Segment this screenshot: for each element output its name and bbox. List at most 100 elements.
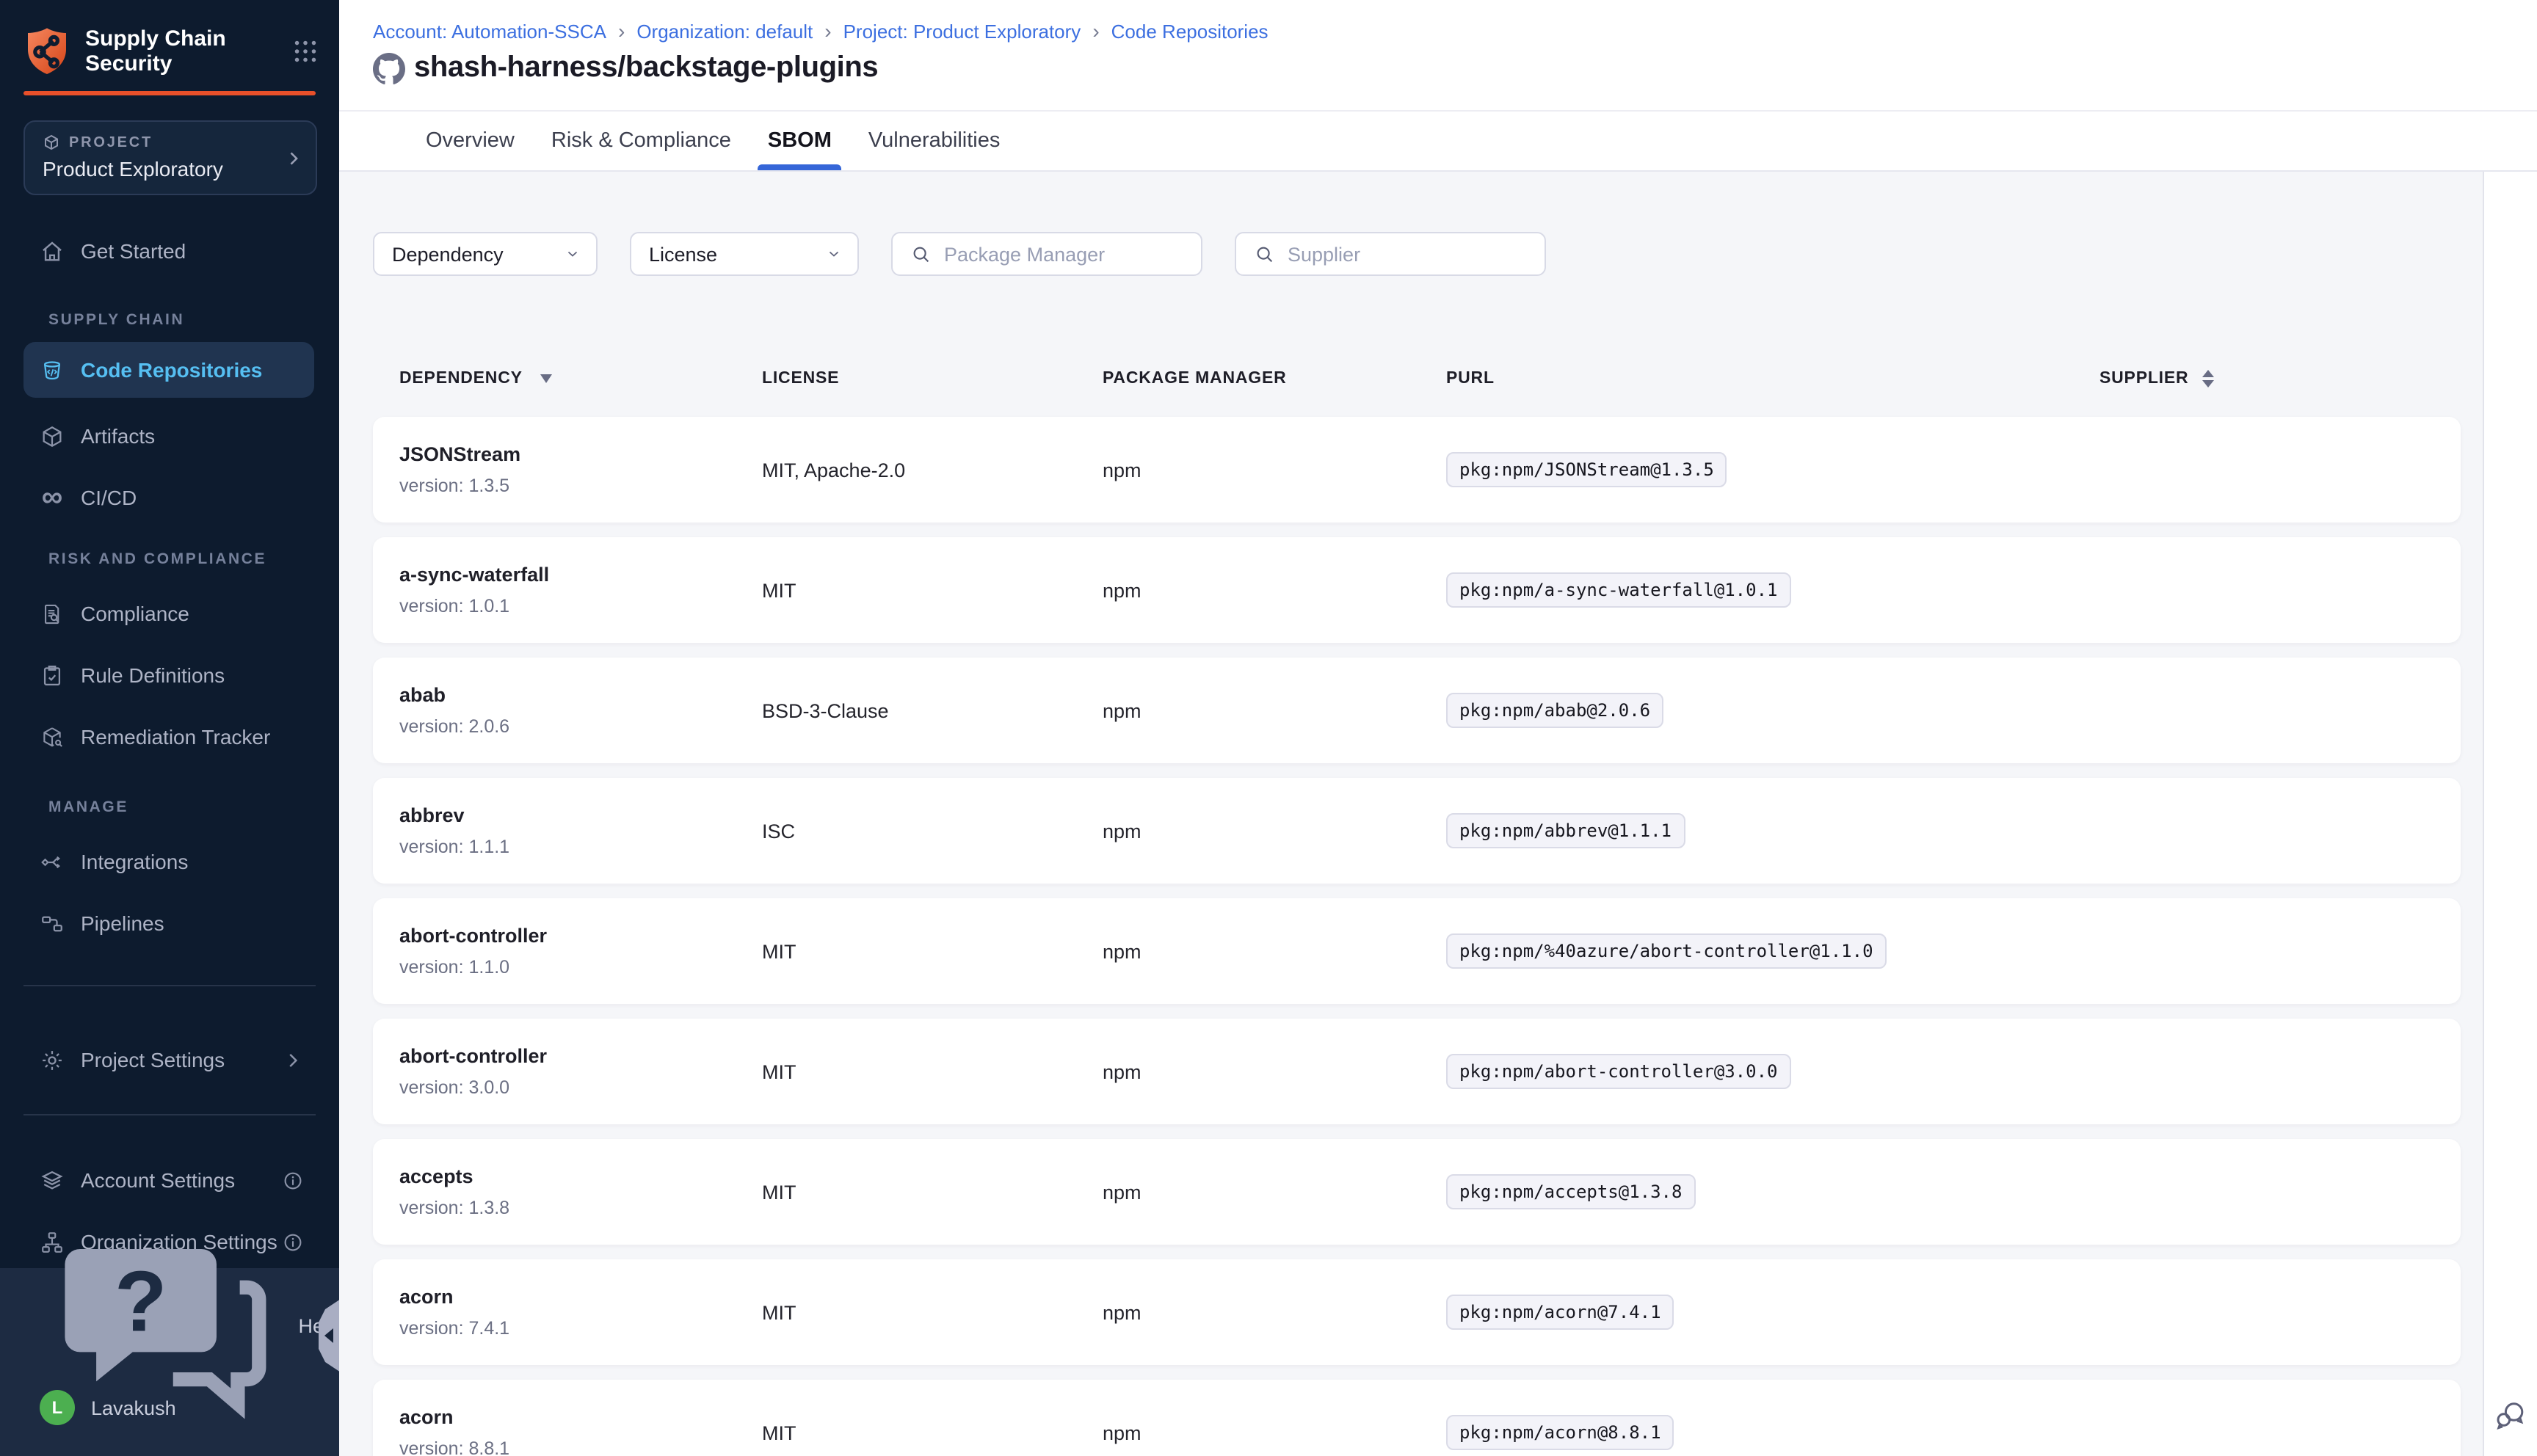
purl-chip: pkg:npm/abbrev@1.1.1 xyxy=(1446,813,1685,848)
sort-arrows-icon xyxy=(2202,370,2213,387)
table-row[interactable]: JSONStream version: 1.3.5 MIT, Apache-2.… xyxy=(373,417,2461,523)
column-header-supplier[interactable]: SUPPLIER xyxy=(2073,370,2461,387)
license-cell: MIT xyxy=(736,1422,1076,1444)
license-filter-select[interactable]: License xyxy=(630,232,859,276)
app: Supply Chain Security PROJECT Product Ex… xyxy=(0,0,2537,1456)
breadcrumb-separator: › xyxy=(618,19,625,43)
dependency-cell: a-sync-waterfall version: 1.0.1 xyxy=(373,564,736,616)
breadcrumb-separator: › xyxy=(824,19,831,43)
dependency-version: version: 7.4.1 xyxy=(399,1318,736,1339)
purl-cell: pkg:npm/abab@2.0.6 xyxy=(1420,693,2073,728)
dependency-name: JSONStream xyxy=(399,443,736,465)
package-manager-cell: npm xyxy=(1076,820,1420,842)
dependency-version: version: 8.8.1 xyxy=(399,1438,736,1456)
grid-dots-icon[interactable] xyxy=(292,38,319,65)
package-manager-cell: npm xyxy=(1076,940,1420,962)
clipboard-check-icon xyxy=(40,663,65,688)
package-manager-search-box xyxy=(891,232,1202,276)
table-row[interactable]: acorn version: 7.4.1 MIT npm pkg:npm/aco… xyxy=(373,1259,2461,1365)
tab-overview[interactable]: Overview xyxy=(426,112,515,170)
purl-cell: pkg:npm/a-sync-waterfall@1.0.1 xyxy=(1420,572,2073,608)
sidebar-item-code-repositories[interactable]: Code Repositories xyxy=(23,342,314,398)
dependency-name: acorn xyxy=(399,1286,736,1308)
table-row[interactable]: a-sync-waterfall version: 1.0.1 MIT npm … xyxy=(373,537,2461,643)
breadcrumb-organization[interactable]: Organization: default xyxy=(636,20,813,42)
sidebar-item-pipelines[interactable]: Pipelines xyxy=(0,897,339,950)
purl-chip: pkg:npm/abort-controller@3.0.0 xyxy=(1446,1054,1791,1089)
dependency-filter-select[interactable]: Dependency xyxy=(373,232,598,276)
package-manager-cell: npm xyxy=(1076,1422,1420,1444)
breadcrumb-project[interactable]: Project: Product Exploratory xyxy=(843,20,1081,42)
sidebar-divider xyxy=(23,985,316,986)
purl-cell: pkg:npm/accepts@1.3.8 xyxy=(1420,1174,2073,1209)
triangle-down-icon xyxy=(540,374,552,383)
sidebar-item-remediation-tracker[interactable]: Remediation Tracker xyxy=(0,710,339,763)
home-icon xyxy=(40,239,65,263)
app-title: Supply Chain Security xyxy=(85,26,247,76)
package-manager-cell: npm xyxy=(1076,459,1420,481)
cube-icon xyxy=(43,134,60,151)
brand-accent-divider xyxy=(23,91,316,95)
dependency-cell: accepts version: 1.3.8 xyxy=(373,1165,736,1218)
dependency-cell: abbrev version: 1.1.1 xyxy=(373,804,736,857)
dependency-cell: abab version: 2.0.6 xyxy=(373,684,736,737)
sidebar-item-compliance[interactable]: Compliance xyxy=(0,587,339,640)
column-header-license: LICENSE xyxy=(736,370,1076,387)
table-row[interactable]: accepts version: 1.3.8 MIT npm pkg:npm/a… xyxy=(373,1139,2461,1245)
section-label-supply-chain: SUPPLY CHAIN xyxy=(48,311,339,330)
info-circle-icon[interactable] xyxy=(282,1231,304,1253)
purl-cell: pkg:npm/acorn@8.8.1 xyxy=(1420,1415,2073,1450)
diamond-arrows-icon xyxy=(40,849,65,874)
right-rail xyxy=(2483,172,2537,1456)
supplier-search-box xyxy=(1235,232,1546,276)
github-icon xyxy=(373,52,405,84)
table-row[interactable]: abab version: 2.0.6 BSD-3-Clause npm pkg… xyxy=(373,658,2461,763)
license-cell: BSD-3-Clause xyxy=(736,699,1076,721)
avatar: L xyxy=(40,1390,75,1425)
page-title: shash-harness/backstage-plugins xyxy=(414,51,878,85)
column-header-purl: PURL xyxy=(1420,370,2073,387)
purl-cell: pkg:npm/JSONStream@1.3.5 xyxy=(1420,452,2073,487)
package-manager-cell: npm xyxy=(1076,699,1420,721)
sidebar-nav: Get Started SUPPLY CHAIN Code Repositori… xyxy=(0,225,339,1268)
dependency-name: acorn xyxy=(399,1406,736,1428)
chevron-down-icon xyxy=(825,245,843,263)
sidebar-item-integrations[interactable]: Integrations xyxy=(0,835,339,888)
sidebar-item-artifacts[interactable]: Artifacts xyxy=(0,410,339,462)
tab-risk-compliance[interactable]: Risk & Compliance xyxy=(551,112,731,170)
supplier-search-input[interactable] xyxy=(1285,241,1530,266)
chat-bubbles-icon[interactable] xyxy=(2493,1397,2528,1433)
tab-sbom[interactable]: SBOM xyxy=(768,112,832,170)
sidebar-item-project-settings[interactable]: Project Settings xyxy=(0,1033,339,1086)
filter-bar: Dependency License xyxy=(373,232,2484,276)
sidebar-item-rule-definitions[interactable]: Rule Definitions xyxy=(0,649,339,702)
breadcrumb-account[interactable]: Account: Automation-SSCA xyxy=(373,20,606,42)
package-manager-cell: npm xyxy=(1076,1060,1420,1082)
project-selector[interactable]: PROJECT Product Exploratory xyxy=(23,120,317,195)
table-row[interactable]: abbrev version: 1.1.1 ISC npm pkg:npm/ab… xyxy=(373,778,2461,884)
tab-vulnerabilities[interactable]: Vulnerabilities xyxy=(868,112,1000,170)
dependency-name: accepts xyxy=(399,1165,736,1187)
package-manager-cell: npm xyxy=(1076,579,1420,601)
column-header-dependency[interactable]: DEPENDENCY xyxy=(373,370,736,387)
license-cell: MIT xyxy=(736,579,1076,601)
dependency-version: version: 3.0.0 xyxy=(399,1077,736,1098)
sidebar-item-get-started[interactable]: Get Started xyxy=(0,225,339,277)
project-label: PROJECT xyxy=(69,134,153,150)
table-row[interactable]: acorn version: 8.8.1 MIT npm pkg:npm/aco… xyxy=(373,1380,2461,1456)
sidebar-item-cicd[interactable]: ∞ CI/CD xyxy=(0,471,339,524)
package-manager-search-input[interactable] xyxy=(941,241,1186,266)
chevron-right-icon xyxy=(283,148,304,168)
table-row[interactable]: abort-controller version: 1.1.0 MIT npm … xyxy=(373,898,2461,1004)
dependency-version: version: 2.0.6 xyxy=(399,716,736,737)
help-button[interactable]: ? Help xyxy=(0,1299,339,1352)
table-row[interactable]: abort-controller version: 3.0.0 MIT npm … xyxy=(373,1019,2461,1124)
purl-chip: pkg:npm/accepts@1.3.8 xyxy=(1446,1174,1695,1209)
dependency-version: version: 1.1.0 xyxy=(399,957,736,978)
info-circle-icon[interactable] xyxy=(282,1169,304,1191)
sidebar-item-account-settings[interactable]: Account Settings xyxy=(0,1154,339,1206)
license-cell: MIT xyxy=(736,1301,1076,1323)
breadcrumb-code-repositories[interactable]: Code Repositories xyxy=(1111,20,1268,42)
dependency-name: abort-controller xyxy=(399,1045,736,1067)
layers-icon xyxy=(40,1168,65,1193)
